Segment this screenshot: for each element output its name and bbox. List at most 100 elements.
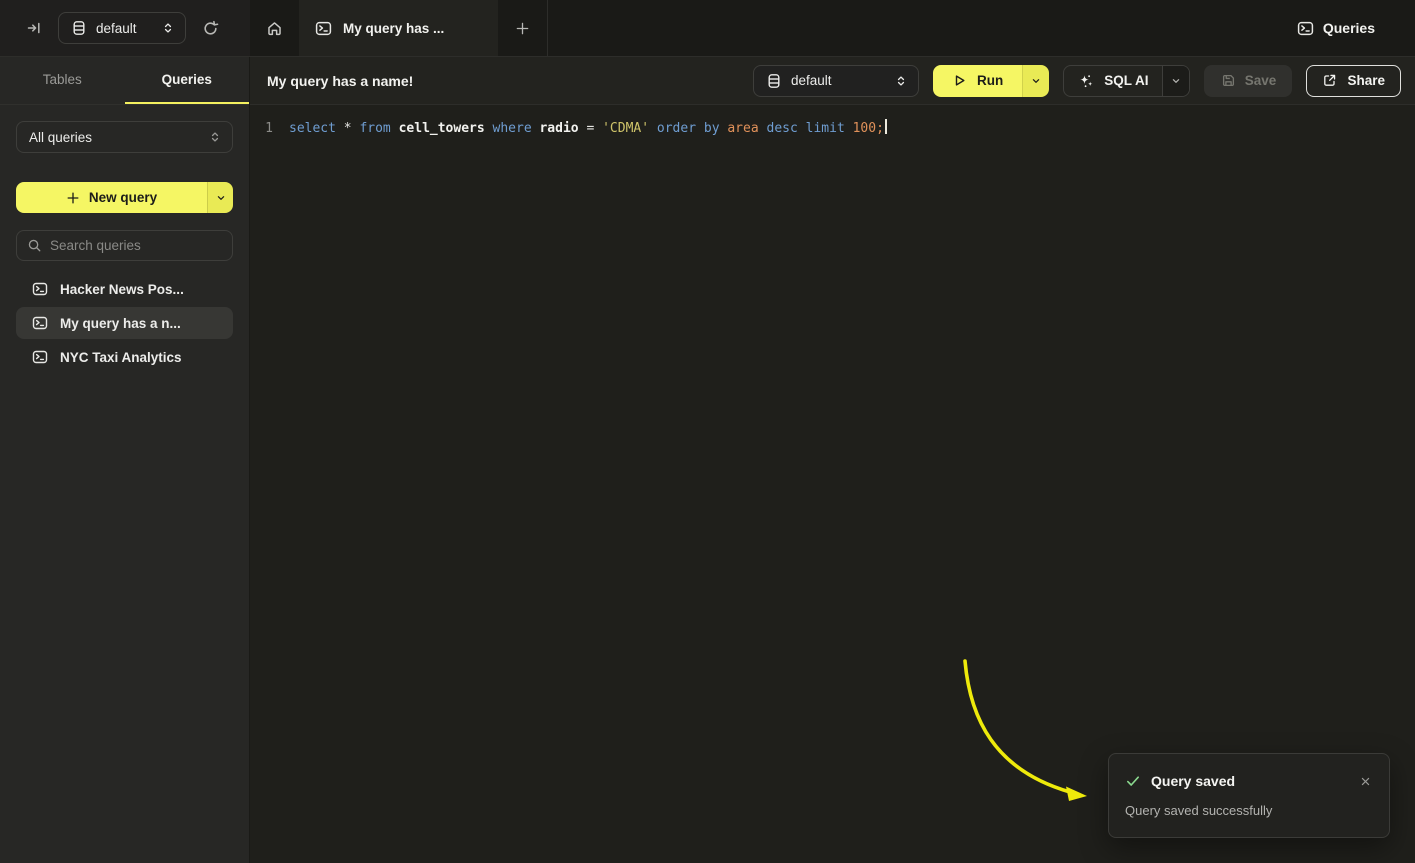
- sql-ai-dropdown-button[interactable]: [1162, 66, 1189, 96]
- toolbar-database-selector[interactable]: default: [753, 65, 919, 97]
- sql-token: desc: [767, 121, 798, 136]
- sql-token: [759, 121, 767, 136]
- topbar: default My query has ...: [0, 0, 1415, 57]
- code-line: 1 select * from cell_towers where radio …: [250, 118, 1415, 139]
- query-tab[interactable]: My query has ...: [299, 0, 498, 56]
- toast-message: Query saved successfully: [1125, 803, 1373, 818]
- sql-token: select: [289, 121, 336, 136]
- page-title: My query has a name!: [267, 73, 413, 89]
- code-line-content: select * from cell_towers where radio = …: [289, 118, 887, 139]
- sql-token: order: [657, 121, 696, 136]
- query-list-item[interactable]: Hacker News Pos...: [16, 273, 233, 305]
- save-button[interactable]: Save: [1204, 65, 1292, 97]
- topbar-database-value: default: [96, 21, 152, 36]
- query-list-item-selected[interactable]: My query has a n...: [16, 307, 233, 339]
- queries-header: Queries: [1297, 0, 1415, 56]
- sql-token: 100: [853, 121, 876, 136]
- query-terminal-icon: [32, 349, 48, 365]
- sql-token: [391, 121, 399, 136]
- sql-token: from: [359, 121, 390, 136]
- play-icon: [952, 73, 967, 88]
- save-button-label: Save: [1245, 73, 1277, 88]
- sidebar-body: All queries New query: [0, 105, 249, 389]
- chevron-updown-icon: [894, 74, 908, 88]
- collapse-sidebar-button[interactable]: [22, 16, 46, 40]
- sql-token: limit: [806, 121, 845, 136]
- plus-icon: [66, 191, 80, 205]
- share-icon: [1322, 73, 1337, 88]
- chevron-down-icon: [1030, 75, 1042, 87]
- database-icon: [71, 20, 87, 36]
- sql-token: [485, 121, 493, 136]
- sql-token: 'CDMA': [602, 121, 649, 136]
- query-item-label: Hacker News Pos...: [60, 282, 184, 297]
- sidebar-tabs: Tables Queries: [0, 57, 249, 105]
- all-queries-selector[interactable]: All queries: [16, 121, 233, 153]
- search-icon: [27, 238, 42, 253]
- close-icon: [1360, 776, 1371, 787]
- toast-title: Query saved: [1151, 773, 1235, 789]
- new-query-label: New query: [89, 190, 157, 205]
- query-search: [16, 230, 233, 261]
- sql-token: [845, 121, 853, 136]
- run-dropdown-button[interactable]: [1022, 65, 1049, 97]
- chevron-down-icon: [1170, 75, 1182, 87]
- tab-queries[interactable]: Queries: [125, 57, 250, 104]
- query-list-item[interactable]: NYC Taxi Analytics: [16, 341, 233, 373]
- sql-ai-button[interactable]: SQL AI: [1064, 66, 1162, 96]
- query-terminal-icon: [32, 315, 48, 331]
- sql-token: [696, 121, 704, 136]
- query-terminal-icon: [1297, 20, 1314, 37]
- toolbar-database-value: default: [791, 73, 885, 88]
- tab-tables[interactable]: Tables: [0, 57, 125, 104]
- main-panel: My query has a name! default Run: [250, 57, 1415, 863]
- home-button[interactable]: [250, 0, 299, 56]
- topbar-database-selector[interactable]: default: [58, 12, 186, 44]
- new-query-split-button: New query: [16, 182, 233, 213]
- run-button[interactable]: Run: [933, 65, 1022, 97]
- chevron-updown-icon: [161, 21, 175, 35]
- search-queries-input[interactable]: [50, 238, 222, 253]
- check-icon: [1125, 773, 1141, 789]
- plus-icon: [515, 21, 530, 36]
- sql-token: radio: [539, 121, 578, 136]
- chevron-down-icon: [215, 192, 227, 204]
- share-button[interactable]: Share: [1306, 65, 1401, 97]
- new-tab-button[interactable]: [498, 0, 547, 56]
- save-icon: [1221, 73, 1236, 88]
- sql-token: where: [493, 121, 532, 136]
- collapse-sidebar-icon: [26, 20, 42, 36]
- query-terminal-icon: [32, 281, 48, 297]
- chevron-updown-icon: [208, 130, 222, 144]
- query-tab-label: My query has ...: [343, 21, 444, 36]
- main-header: My query has a name! default Run: [250, 57, 1415, 105]
- new-query-button[interactable]: New query: [16, 182, 207, 213]
- sql-token: =: [579, 121, 602, 136]
- share-button-label: Share: [1347, 73, 1385, 88]
- sql-editor[interactable]: 1 select * from cell_towers where radio …: [250, 105, 1415, 863]
- sql-token: ;: [876, 121, 884, 136]
- sql-token: [798, 121, 806, 136]
- database-icon: [766, 73, 782, 89]
- toast-query-saved: Query saved Query saved successfully: [1108, 753, 1390, 838]
- toast-close-button[interactable]: [1358, 774, 1373, 789]
- sql-token: [336, 121, 344, 136]
- query-terminal-icon: [315, 20, 332, 37]
- sql-ai-label: SQL AI: [1104, 73, 1148, 88]
- all-queries-value: All queries: [29, 130, 199, 145]
- query-item-label: My query has a n...: [60, 316, 181, 331]
- sql-token: area: [727, 121, 758, 136]
- app-root: default My query has ...: [0, 0, 1415, 863]
- toolbar: default Run: [753, 65, 1401, 97]
- text-cursor: [885, 119, 887, 134]
- sql-token: cell_towers: [399, 121, 485, 136]
- sparkles-icon: [1078, 73, 1094, 89]
- new-query-dropdown-button[interactable]: [207, 182, 233, 213]
- refresh-button[interactable]: [198, 16, 223, 41]
- tabbar: My query has ... Queries: [250, 0, 1415, 56]
- sql-token: *: [344, 121, 352, 136]
- queries-header-label: Queries: [1323, 20, 1375, 36]
- run-split-button: Run: [933, 65, 1049, 97]
- run-button-label: Run: [977, 73, 1003, 88]
- query-list: Hacker News Pos... My query has a n... N…: [16, 273, 233, 373]
